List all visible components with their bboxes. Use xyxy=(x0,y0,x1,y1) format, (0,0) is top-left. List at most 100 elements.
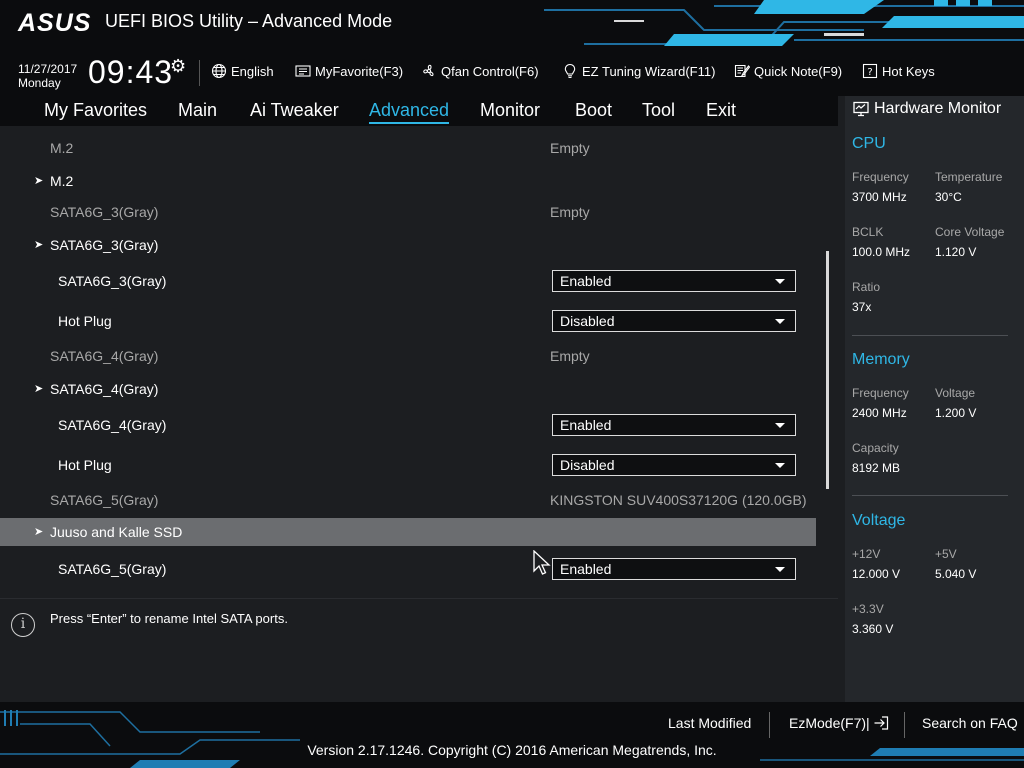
row-label: SATA6G_3(Gray) xyxy=(50,204,159,220)
memory-capacity-label: Capacity xyxy=(852,441,899,455)
hardware-monitor-label: Hardware Monitor xyxy=(874,100,1002,117)
option-sata6g-3-enable: SATA6G_3(Gray) Enabled xyxy=(0,269,816,297)
tab-main[interactable]: Main xyxy=(178,100,217,121)
memory-voltage-label: Voltage xyxy=(935,386,976,400)
v5-label: +5V xyxy=(935,547,957,561)
row-value: Empty xyxy=(550,140,590,156)
time-display: 09:43 xyxy=(88,54,174,90)
myfavorite-label: MyFavorite(F3) xyxy=(315,63,404,79)
submenu-arrow-icon: ➤ xyxy=(34,383,44,395)
row-label: SATA6G_5(Gray) xyxy=(50,492,159,508)
option-sata6g-4-hotplug: Hot Plug Disabled xyxy=(0,453,816,481)
select-value: Disabled xyxy=(560,313,615,329)
hardware-monitor-title: Hardware Monitor xyxy=(853,100,1001,118)
main-tabs: My Favorites Main Ai Tweaker Advanced Mo… xyxy=(0,96,838,126)
globe-icon xyxy=(211,63,227,79)
option-sata6g-5-enable: SATA6G_5(Gray) Enabled xyxy=(0,557,816,585)
info-row-sata6g-4: SATA6G_4(Gray) Empty xyxy=(0,342,816,370)
tab-boot[interactable]: Boot xyxy=(575,100,612,121)
submenu-juuso-kalle-ssd[interactable]: ➤ Juuso and Kalle SSD xyxy=(0,518,816,546)
select-value: Enabled xyxy=(560,417,612,433)
dropdown-caret-icon xyxy=(775,279,785,284)
row-label: SATA6G_4(Gray) xyxy=(50,348,159,364)
toolbar: 11/27/2017 Monday 09:43 ⚙ English MyFavo… xyxy=(0,54,1024,96)
footer-bar: Last Modified EzMode(F7)| Search on FAQ … xyxy=(0,702,1024,768)
core-voltage-label: Core Voltage xyxy=(935,225,1005,239)
submenu-sata6g-3[interactable]: ➤ SATA6G_3(Gray) xyxy=(0,231,816,259)
bclk-value: 100.0 MHz xyxy=(852,245,911,259)
last-modified-button[interactable]: Last Modified xyxy=(668,715,751,731)
ez-tuning-label: EZ Tuning Wizard(F11) xyxy=(582,63,716,79)
tab-tool[interactable]: Tool xyxy=(642,100,675,121)
info-row-sata6g-5: SATA6G_5(Gray) KINGSTON SUV400S37120G (1… xyxy=(0,486,816,514)
memory-heading: Memory xyxy=(852,351,910,368)
toolbar-divider xyxy=(199,60,200,86)
option-sata6g-4-enable: SATA6G_4(Gray) Enabled xyxy=(0,413,816,441)
memory-frequency-label: Frequency xyxy=(852,386,909,400)
v33-label: +3.3V xyxy=(852,602,884,616)
submenu-label: M.2 xyxy=(50,173,74,189)
language-label: English xyxy=(231,63,274,79)
option-label: Hot Plug xyxy=(58,313,112,329)
row-value: KINGSTON SUV400S37120G (120.0GB) xyxy=(550,492,807,508)
gear-icon[interactable]: ⚙ xyxy=(170,56,186,77)
tab-my-favorites[interactable]: My Favorites xyxy=(44,100,147,121)
v12-label: +12V xyxy=(852,547,881,561)
footer-divider xyxy=(769,712,770,738)
cpu-heading: CPU xyxy=(852,135,886,152)
header-decoration xyxy=(544,0,1024,46)
sata6g-5-select[interactable]: Enabled xyxy=(552,558,796,580)
ratio-label: Ratio xyxy=(852,280,881,294)
dropdown-caret-icon xyxy=(775,319,785,324)
app-title: UEFI BIOS Utility – Advanced Mode xyxy=(105,11,393,31)
note-icon xyxy=(734,64,750,78)
quick-note-button[interactable]: Quick Note(F9) xyxy=(734,63,842,79)
ez-tuning-button[interactable]: EZ Tuning Wizard(F11) xyxy=(562,63,715,79)
tab-exit[interactable]: Exit xyxy=(706,100,736,121)
settings-panel: M.2 Empty ➤ M.2 SATA6G_3(Gray) Empty ➤ S… xyxy=(0,126,838,592)
tab-monitor[interactable]: Monitor xyxy=(480,100,540,121)
search-faq-button[interactable]: Search on FAQ xyxy=(922,715,1018,731)
monitor-icon xyxy=(853,101,869,117)
submenu-m2[interactable]: ➤ M.2 xyxy=(0,167,816,195)
cpu-temperature-label: Temperature xyxy=(935,170,1003,184)
tab-advanced[interactable]: Advanced xyxy=(369,100,450,124)
row-value: Empty xyxy=(550,204,590,220)
quick-note-label: Quick Note(F9) xyxy=(754,63,843,79)
sata6g-3-select[interactable]: Enabled xyxy=(552,270,796,292)
question-box-icon: ? xyxy=(862,63,878,79)
help-panel: i Press “Enter” to rename Intel SATA por… xyxy=(0,598,838,703)
fan-icon xyxy=(423,64,434,77)
row-label: M.2 xyxy=(50,140,74,156)
help-text: Press “Enter” to rename Intel SATA ports… xyxy=(50,611,288,626)
sata6g-4-select[interactable]: Enabled xyxy=(552,414,796,436)
submenu-label: SATA6G_3(Gray) xyxy=(50,237,159,253)
sata6g-3-hotplug-select[interactable]: Disabled xyxy=(552,310,796,332)
option-label: SATA6G_5(Gray) xyxy=(58,561,167,577)
scrollbar[interactable] xyxy=(826,251,829,489)
dropdown-caret-icon xyxy=(775,463,785,468)
sata6g-4-hotplug-select[interactable]: Disabled xyxy=(552,454,796,476)
voltage-heading: Voltage xyxy=(852,512,906,529)
memory-voltage-value: 1.200 V xyxy=(935,406,977,420)
tab-ai-tweaker[interactable]: Ai Tweaker xyxy=(250,100,339,121)
submenu-sata6g-4[interactable]: ➤ SATA6G_4(Gray) xyxy=(0,375,816,403)
favorite-list-icon xyxy=(295,65,311,77)
memory-capacity-value: 8192 MB xyxy=(852,461,901,475)
memory-frequency-value: 2400 MHz xyxy=(852,406,907,420)
mouse-cursor-icon xyxy=(533,550,551,575)
dropdown-caret-icon xyxy=(775,567,785,572)
hot-keys-button[interactable]: ? Hot Keys xyxy=(862,63,935,79)
date-text: 11/27/2017 xyxy=(18,62,78,76)
ezmode-button[interactable]: EzMode(F7)| xyxy=(789,715,889,731)
info-row-m2: M.2 Empty xyxy=(0,134,816,162)
language-button[interactable]: English xyxy=(211,63,274,79)
option-label: SATA6G_4(Gray) xyxy=(58,417,167,433)
myfavorite-button[interactable]: MyFavorite(F3) xyxy=(295,63,403,79)
footer-divider xyxy=(904,712,905,738)
asus-logo: ASUS xyxy=(18,9,92,37)
qfan-button[interactable]: Qfan Control(F6) xyxy=(421,63,539,79)
bclk-label: BCLK xyxy=(852,225,884,239)
select-value: Enabled xyxy=(560,561,612,577)
cpu-frequency-label: Frequency xyxy=(852,170,909,184)
